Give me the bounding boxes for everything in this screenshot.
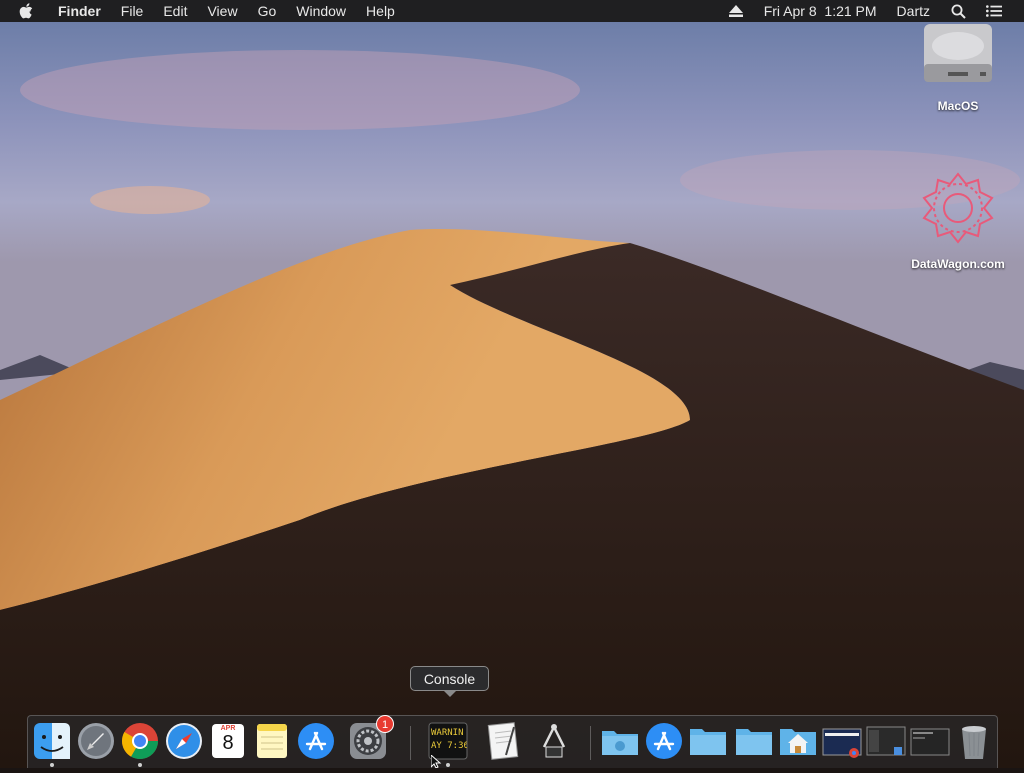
menu-help[interactable]: Help — [356, 0, 405, 22]
launchpad-rocket-icon — [76, 721, 116, 761]
desktop-icon-label: DataWagon.com — [911, 257, 1005, 271]
menu-clock[interactable]: Fri Apr 8 1:21 PM — [754, 0, 887, 22]
console-line: AY 7:36 — [431, 741, 467, 751]
safari-compass-icon — [164, 721, 204, 761]
dock-folder[interactable] — [734, 721, 774, 761]
notification-badge: 1 — [376, 715, 394, 733]
dock-chrome[interactable] — [120, 721, 160, 767]
menu-file[interactable]: File — [111, 0, 154, 22]
dock-finder[interactable] — [32, 721, 72, 767]
textedit-icon — [484, 721, 524, 761]
eject-icon[interactable] — [728, 3, 744, 19]
app-store-icon — [644, 721, 684, 761]
desktop-wallpaper — [0, 0, 1024, 768]
dock-window-thumbnail[interactable] — [822, 721, 862, 761]
dock-safari[interactable] — [164, 721, 204, 761]
calendar-day: 8 — [222, 732, 234, 754]
dock-separator — [410, 726, 411, 760]
window-thumbnail-icon — [866, 721, 906, 761]
running-indicator — [446, 763, 450, 767]
dock-folder-applications[interactable] — [644, 721, 684, 761]
notification-center-icon[interactable] — [986, 3, 1002, 19]
home-icon — [778, 721, 818, 761]
dock-separator — [590, 726, 591, 760]
dock-tooltip: Console — [410, 666, 489, 697]
window-thumbnail-icon — [822, 721, 862, 761]
notes-icon — [252, 721, 292, 761]
dock-window-thumbnail[interactable] — [866, 721, 906, 761]
desktop-icon-label: MacOS — [937, 99, 979, 113]
menu-bar: Finder File Edit View Go Window Help Fri… — [0, 0, 1024, 22]
calendar-month: APR — [220, 725, 236, 732]
dock-folder[interactable] — [688, 721, 728, 761]
dock-window-thumbnail[interactable] — [910, 721, 950, 761]
dock-folder-downloads[interactable] — [600, 721, 640, 761]
dock-system-preferences[interactable]: 1 — [348, 715, 394, 761]
menu-edit[interactable]: Edit — [153, 0, 197, 22]
folder-icon — [600, 721, 640, 761]
running-indicator — [138, 763, 142, 767]
datawagon-logo-icon — [918, 172, 998, 250]
spotlight-search-icon[interactable] — [950, 3, 966, 19]
apple-icon[interactable] — [18, 0, 34, 22]
dock-launchpad[interactable] — [76, 721, 116, 761]
dock-trash[interactable] — [954, 721, 994, 761]
dock: APR 8 1 WARNIN AY 7:36 — [27, 715, 998, 768]
finder-icon — [32, 721, 72, 761]
menu-finder[interactable]: Finder — [48, 0, 111, 22]
mouse-cursor-icon — [430, 753, 443, 773]
tooltip-text: Console — [423, 671, 476, 687]
network-icon — [534, 721, 574, 761]
running-indicator — [50, 763, 54, 767]
desktop-icon-datawagon[interactable]: DataWagon.com — [908, 170, 1008, 271]
dock-app-store[interactable] — [296, 721, 336, 761]
menu-go[interactable]: Go — [248, 0, 287, 22]
dock-network-utility[interactable] — [534, 721, 574, 761]
menu-view[interactable]: View — [197, 0, 247, 22]
dock-notes[interactable] — [252, 721, 292, 761]
menu-window[interactable]: Window — [286, 0, 356, 22]
hard-drive-icon — [920, 24, 996, 92]
dock-calendar[interactable]: APR 8 — [208, 721, 248, 761]
folder-icon — [688, 721, 728, 761]
chrome-icon — [120, 721, 160, 761]
console-preview: WARNIN AY 7:36 — [431, 727, 467, 753]
console-line: WARNIN — [431, 728, 464, 738]
dock-textedit[interactable] — [484, 721, 524, 761]
desktop-icon-macos[interactable]: MacOS — [908, 24, 1008, 113]
dune-landscape — [0, 22, 1024, 768]
dock-folder-home[interactable] — [778, 721, 818, 761]
folder-icon — [734, 721, 774, 761]
trash-icon — [954, 721, 994, 761]
window-thumbnail-icon — [910, 721, 950, 761]
tooltip-arrow — [444, 691, 456, 697]
app-store-icon — [296, 721, 336, 761]
menu-user[interactable]: Dartz — [887, 0, 940, 22]
